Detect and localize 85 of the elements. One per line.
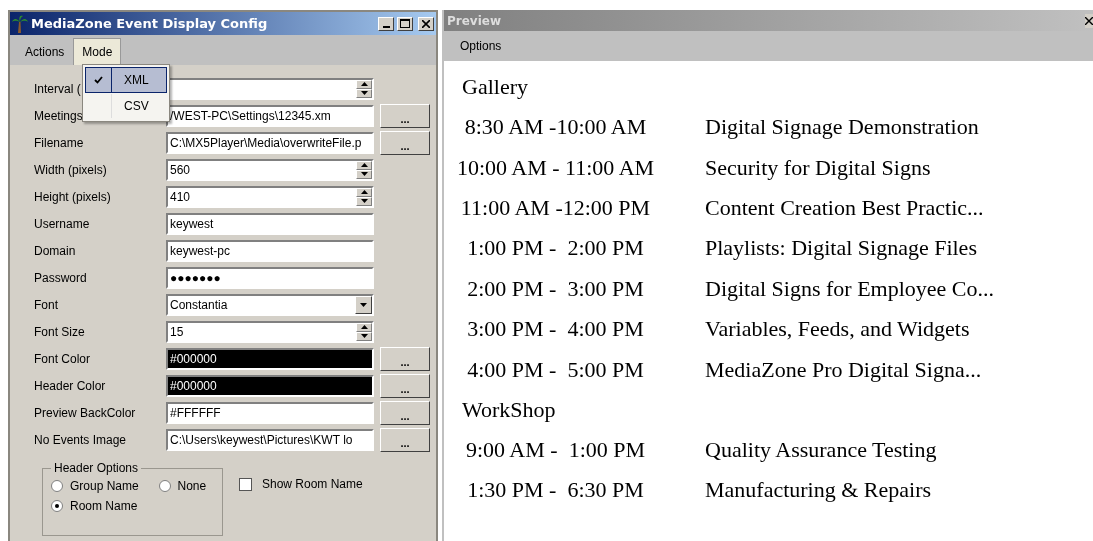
event-time: 9:00 AM - 1:00 PM — [464, 436, 647, 463]
field-label: Font — [34, 297, 59, 312]
spinner-icon[interactable] — [356, 187, 372, 206]
event-time: 1:00 PM - 2:00 PM — [466, 235, 645, 262]
minimize-button[interactable] — [378, 16, 394, 31]
field-label: Font Size — [34, 324, 86, 339]
path-field[interactable]: C:\Users\keywest\Pictures\KWT lo — [166, 428, 374, 451]
browse-button[interactable]: ... — [380, 400, 430, 425]
event-time: 11:00 AM -12:00 PM — [459, 194, 652, 221]
spinner-icon[interactable] — [356, 79, 372, 98]
room-header: WorkShop — [461, 395, 557, 424]
menu-option[interactable]: XML — [85, 67, 167, 93]
radio-button[interactable] — [51, 480, 63, 492]
event-time: 3:00 PM - 4:00 PM — [466, 316, 645, 343]
option-label: None — [177, 479, 207, 493]
text-field[interactable]: keywest — [166, 212, 374, 235]
field-label: Preview BackColor — [34, 405, 137, 420]
browse-button[interactable]: ... — [380, 373, 430, 398]
menu-item[interactable]: Options — [460, 39, 502, 53]
window-title: Preview — [447, 13, 501, 28]
spin-field[interactable]: 15 — [166, 320, 374, 343]
menu-option[interactable]: CSV — [85, 93, 167, 119]
event-time: 4:00 PM - 5:00 PM — [466, 356, 645, 383]
event-title: Manufacturing & Repairs — [705, 477, 933, 504]
event-title: Digital Signage Demonstration — [705, 114, 980, 141]
event-title: Digital Signs for Employee Co... — [705, 275, 996, 302]
browse-button[interactable]: ... — [380, 346, 430, 371]
field-label: Filename — [34, 135, 85, 150]
menu-item[interactable]: Actions — [16, 38, 74, 65]
event-time: 1:30 PM - 6:30 PM — [466, 477, 645, 504]
maximize-icon — [400, 19, 410, 28]
radio-option[interactable]: Room Name — [51, 499, 147, 513]
field-label: No Events Image — [34, 432, 128, 447]
spinner-icon[interactable] — [356, 322, 372, 341]
close-icon — [1085, 16, 1093, 25]
browse-button[interactable]: ... — [380, 427, 430, 452]
minimize-icon — [382, 25, 390, 28]
radio-option[interactable]: None — [158, 479, 214, 493]
close-button[interactable] — [1085, 13, 1093, 28]
event-title: Content Creation Best Practic... — [705, 194, 985, 221]
menu-item[interactable]: Mode — [73, 38, 122, 65]
option-label: Room Name — [70, 499, 138, 513]
field-label: Username — [34, 216, 91, 231]
checkbox-label: Show Room Name — [262, 477, 363, 491]
checkbox[interactable] — [239, 477, 252, 491]
field-label: Header Color — [34, 378, 107, 393]
font-dropdown[interactable]: Constantia — [166, 293, 374, 316]
window-title: MediaZone Event Display Config — [31, 16, 269, 31]
option-label: Group Name — [70, 479, 139, 493]
color-field[interactable]: #FFFFFF — [166, 401, 374, 424]
radio-option[interactable]: Group Name — [51, 479, 147, 493]
path-field[interactable]: /WEST-PC\Settings\12345.xm — [166, 104, 374, 127]
field-label: Password — [34, 270, 88, 285]
color-field[interactable]: #000000 — [166, 374, 374, 397]
group-title: Header Options — [53, 461, 140, 475]
path-field[interactable]: C:\MX5Player\Media\overwriteFile.p — [166, 131, 374, 154]
field-label: Font Color — [34, 351, 92, 366]
text-field[interactable]: keywest-pc — [166, 239, 374, 262]
spin-field[interactable]: 410 — [166, 185, 374, 208]
browse-button[interactable]: ... — [380, 130, 430, 155]
spin-field[interactable]: 560 — [166, 158, 374, 181]
browse-button[interactable]: ... — [380, 103, 430, 128]
maximize-button[interactable] — [397, 16, 413, 31]
radio-button[interactable] — [51, 500, 63, 512]
close-icon — [422, 19, 430, 28]
event-title: Quality Assurance Testing — [705, 436, 938, 463]
event-time: 8:30 AM -10:00 AM — [463, 114, 648, 141]
color-field[interactable]: #000000 — [166, 347, 374, 370]
event-title: Playlists: Digital Signage Files — [705, 235, 978, 262]
room-header: Gallery — [461, 73, 529, 101]
field-label: Meetings — [34, 108, 84, 123]
field-label: Width (pixels) — [34, 162, 108, 177]
event-time: 2:00 PM - 3:00 PM — [466, 275, 645, 302]
radio-button[interactable] — [158, 480, 171, 492]
close-button[interactable] — [418, 16, 434, 31]
event-time: 10:00 AM - 11:00 AM — [455, 154, 656, 181]
field-label: Interval ( — [34, 81, 82, 96]
text-field[interactable]: ●●●●●●● — [166, 266, 374, 289]
event-title: MediaZone Pro Digital Signa... — [705, 356, 983, 383]
spinner-icon[interactable] — [356, 160, 372, 179]
field-label: Height (pixels) — [34, 189, 112, 204]
event-title: Variables, Feeds, and Widgets — [705, 316, 971, 343]
palm-tree-icon — [12, 14, 28, 33]
event-title: Security for Digital Signs — [705, 154, 932, 181]
field-label: Domain — [34, 243, 77, 258]
